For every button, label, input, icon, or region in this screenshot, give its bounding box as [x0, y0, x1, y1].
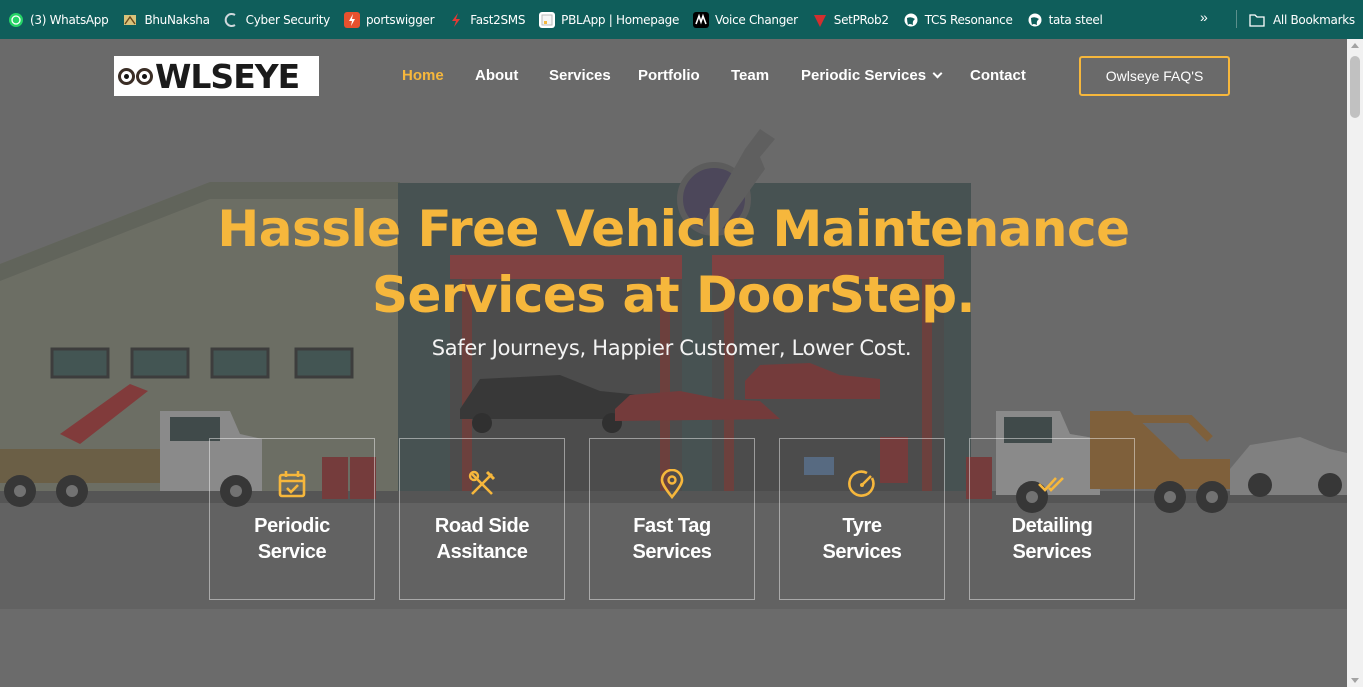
- webpage: WLSEYE Home About Services Portfolio Tea…: [0, 39, 1347, 687]
- service-card-fast-tag[interactable]: Fast Tag Services: [589, 438, 755, 600]
- nav-about[interactable]: About: [475, 67, 518, 84]
- bookmark-tcs-resonance[interactable]: TCS Resonance: [903, 12, 1013, 28]
- service-card-label: Road Side Assitance: [434, 515, 530, 563]
- bookmark-portswigger[interactable]: portswigger: [343, 11, 435, 28]
- nav-contact[interactable]: Contact: [970, 67, 1026, 84]
- hero-subtitle: Safer Journeys, Happier Customer, Lower …: [431, 336, 912, 360]
- bhunaksha-icon: [122, 12, 138, 28]
- service-card-periodic[interactable]: Periodic Service: [209, 438, 375, 600]
- vertical-scrollbar[interactable]: [1347, 39, 1363, 687]
- fast2sms-icon: [448, 12, 464, 28]
- bookmark-setprob2[interactable]: SetPRob2: [812, 12, 889, 28]
- bookmark-cyber-security[interactable]: Cyber Security: [224, 12, 330, 28]
- bookmark-fast2sms[interactable]: Fast2SMS: [448, 12, 525, 28]
- bookmark-label: Voice Changer: [715, 12, 798, 27]
- service-card-label: Fast Tag Services: [632, 515, 712, 563]
- calendar-check-icon: [277, 469, 307, 499]
- bookmark-tata-steel[interactable]: tata steel: [1027, 12, 1103, 28]
- gauge-icon: [847, 469, 877, 499]
- bookmark-bhunaksha[interactable]: BhuNaksha: [122, 12, 210, 28]
- tools-icon: [467, 469, 497, 499]
- bookmark-voice-changer[interactable]: Voice Changer: [693, 11, 798, 28]
- pblapp-icon: [539, 11, 556, 28]
- setprob-icon: [812, 12, 828, 28]
- bookmarks-bar: (3) WhatsApp BhuNaksha Cyber Security po…: [0, 0, 1363, 39]
- bookmark-label: portswigger: [365, 12, 435, 27]
- bookmark-label: BhuNaksha: [144, 12, 210, 27]
- bookmark-pblapp[interactable]: PBLApp | Homepage: [539, 11, 680, 28]
- bookmark-label: tata steel: [1048, 12, 1103, 27]
- service-card-label: Detailing Services: [1011, 515, 1093, 563]
- bookmarks-divider: [1236, 10, 1237, 28]
- chevron-down-icon: [932, 68, 943, 79]
- all-bookmarks-label: All Bookmarks: [1273, 12, 1355, 27]
- faq-button[interactable]: Owlseye FAQ'S: [1079, 56, 1230, 96]
- scroll-up-arrow-icon[interactable]: [1351, 43, 1359, 48]
- voice-changer-icon: [693, 11, 710, 28]
- bookmarks-overflow-button[interactable]: »: [1200, 9, 1208, 25]
- whatsapp-icon: [8, 12, 24, 28]
- nav-team[interactable]: Team: [731, 67, 769, 84]
- globe-icon: [1027, 12, 1043, 28]
- double-check-icon: [1037, 469, 1067, 499]
- bookmark-label: Fast2SMS: [470, 12, 526, 27]
- logo-text: WLSEYE: [155, 56, 300, 96]
- bookmark-label: PBLApp | Homepage: [561, 12, 680, 27]
- bookmark-label: SetPRob2: [833, 12, 889, 27]
- owl-eyes-icon: [118, 67, 154, 85]
- nav-periodic-services-label: Periodic Services: [801, 67, 927, 84]
- nav-portfolio[interactable]: Portfolio: [638, 67, 700, 84]
- hero-title-line-2: Services at DoorStep.: [371, 266, 976, 324]
- service-card-detailing[interactable]: Detailing Services: [969, 438, 1135, 600]
- location-pin-icon: [657, 469, 687, 499]
- bookmark-label: (3) WhatsApp: [30, 12, 109, 27]
- service-card-tyre[interactable]: Tyre Services: [779, 438, 945, 600]
- nav-home[interactable]: Home: [402, 67, 444, 84]
- portswigger-icon: [343, 11, 360, 28]
- all-bookmarks-button[interactable]: All Bookmarks: [1249, 0, 1355, 39]
- hero-title: Hassle Free Vehicle Maintenance Services…: [0, 196, 1347, 328]
- nav-services[interactable]: Services: [549, 67, 611, 84]
- service-card-road-side[interactable]: Road Side Assitance: [399, 438, 565, 600]
- bookmark-whatsapp[interactable]: (3) WhatsApp: [8, 12, 109, 28]
- nav-periodic-services[interactable]: Periodic Services: [801, 67, 943, 84]
- cyber-security-icon: [224, 12, 240, 28]
- service-card-label: Periodic Service: [254, 515, 330, 563]
- bookmark-label: TCS Resonance: [924, 12, 1013, 27]
- hero-title-line-1: Hassle Free Vehicle Maintenance: [217, 200, 1130, 258]
- bookmark-label: Cyber Security: [245, 12, 331, 27]
- scroll-down-arrow-icon[interactable]: [1351, 678, 1359, 683]
- service-card-label: Tyre Services: [822, 515, 902, 563]
- folder-icon: [1249, 13, 1265, 27]
- owlseye-logo[interactable]: WLSEYE: [114, 56, 319, 96]
- scroll-thumb[interactable]: [1350, 56, 1360, 118]
- globe-icon: [903, 12, 919, 28]
